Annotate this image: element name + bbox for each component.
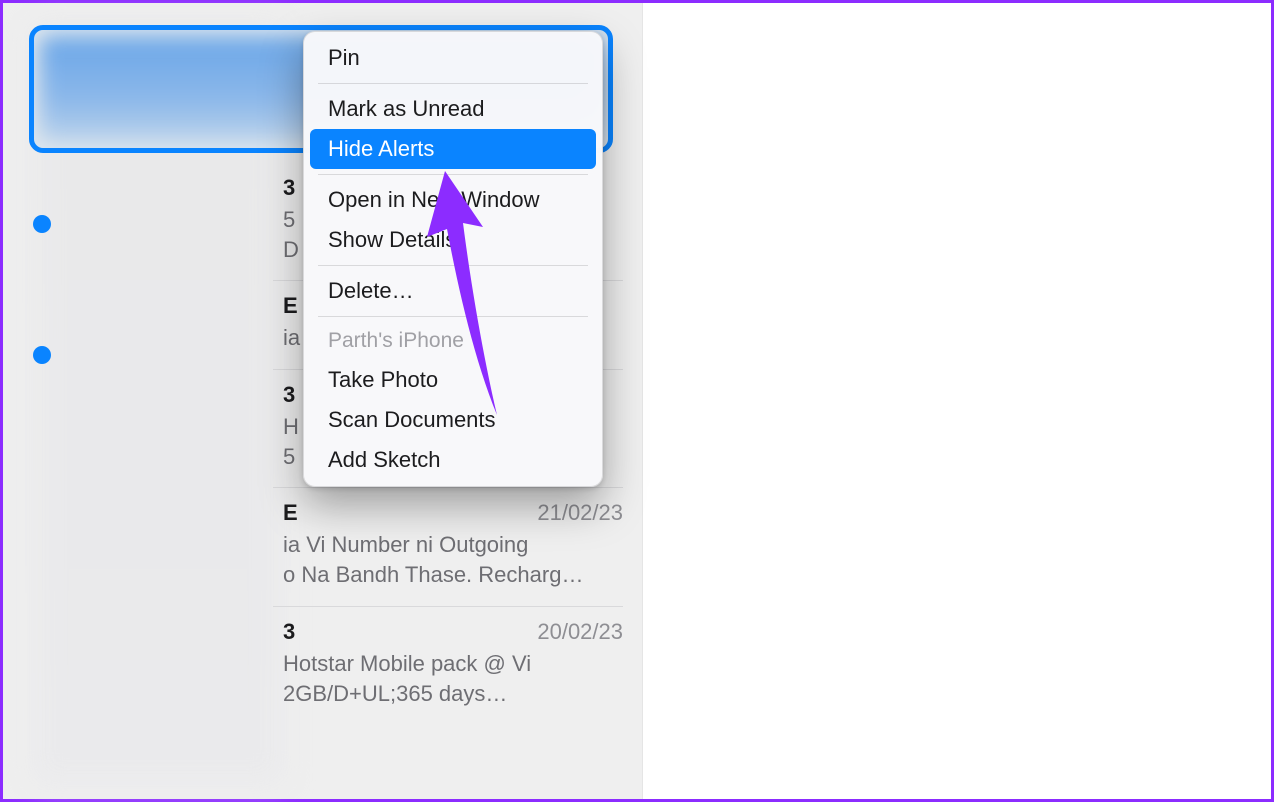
conversation-row[interactable]: 3 20/02/23 Hotstar Mobile pack @ Vi 2GB/… [273, 607, 623, 724]
menu-take-photo[interactable]: Take Photo [310, 360, 596, 400]
menu-add-sketch[interactable]: Add Sketch [310, 440, 596, 480]
menu-delete[interactable]: Delete… [310, 271, 596, 311]
conversation-name-stub: 3 [283, 175, 295, 201]
conversation-row[interactable]: E 21/02/23 ia Vi Number ni Outgoing o Na… [273, 488, 623, 606]
menu-device-label: Parth's iPhone [310, 322, 596, 360]
conversation-name-stub: E [283, 500, 298, 526]
unread-dot [33, 346, 51, 364]
menu-separator [318, 316, 588, 317]
conversation-preview: ia Vi Number ni Outgoing o Na Bandh Thas… [283, 530, 623, 589]
menu-separator [318, 83, 588, 84]
conversation-name-stub: 3 [283, 382, 295, 408]
context-menu: Pin Mark as Unread Hide Alerts Open in N… [303, 31, 603, 487]
conversation-name-stub: 3 [283, 619, 295, 645]
menu-hide-alerts[interactable]: Hide Alerts [310, 129, 596, 169]
unread-dot [33, 215, 51, 233]
conversation-date: 20/02/23 [537, 619, 623, 645]
conversation-name-stub: E [283, 293, 298, 319]
conversation-preview: Hotstar Mobile pack @ Vi 2GB/D+UL;365 da… [283, 649, 623, 708]
menu-mark-unread[interactable]: Mark as Unread [310, 89, 596, 129]
conversation-date: 21/02/23 [537, 500, 623, 526]
menu-pin[interactable]: Pin [310, 38, 596, 78]
messages-app-left-pane: 3 5 D E ia 3 H 5 E 21/02/23 ia Vi Numb [3, 3, 643, 799]
menu-separator [318, 265, 588, 266]
menu-separator [318, 174, 588, 175]
menu-open-new-window[interactable]: Open in New Window [310, 180, 596, 220]
menu-scan-documents[interactable]: Scan Documents [310, 400, 596, 440]
menu-show-details[interactable]: Show Details [310, 220, 596, 260]
